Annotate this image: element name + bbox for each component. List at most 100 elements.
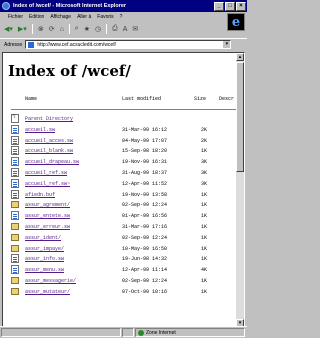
file-icon[interactable] [11, 167, 19, 177]
title-bar: Index of /wcef/ - Microsoft Internet Exp… [0, 0, 247, 12]
mail-icon[interactable]: ✉ [132, 25, 138, 33]
column-description[interactable]: Descr [219, 96, 234, 102]
list-item: accueil_blank.sw 15-Sep-98 18:20 1K [11, 145, 238, 156]
modified-date: 19-Nov-99 13:58 [122, 191, 168, 198]
file-size: 1K [201, 202, 208, 209]
listing-rows: Parent Directory accueil.sw 31-Mar-99 16:1… [11, 113, 238, 297]
menu-help[interactable]: ? [120, 14, 123, 20]
menu-favorites[interactable]: Favoris [97, 14, 113, 20]
list-item: assur_agrement/02-Sep-99 12:24 1K [11, 199, 238, 210]
back-icon[interactable] [11, 113, 19, 123]
folder-icon[interactable] [11, 287, 19, 295]
file-link[interactable]: accueil_drapeau.sw [25, 159, 79, 165]
vertical-scrollbar[interactable]: ▴ ▾ [236, 53, 244, 326]
column-name[interactable]: Name [25, 96, 37, 102]
file-size: 1K [201, 245, 208, 252]
forward-arrow-icon[interactable]: ▶▾ [18, 25, 27, 33]
history-icon[interactable]: ◷ [95, 25, 101, 33]
modified-date: 07-Oct-99 10:16 [122, 288, 168, 295]
file-link[interactable]: afiedn.buf [25, 192, 55, 198]
list-item: accueil_ref.sw 31-Aug-99 18:37 3K [11, 167, 238, 178]
file-link[interactable]: assur_ident/ [25, 235, 61, 241]
home-icon[interactable]: ⌂ [60, 26, 64, 33]
file-link[interactable]: assur_entete.sw [25, 213, 70, 219]
list-item: assur_erreur.sw 31-Mar-99 17:16 1K [11, 221, 238, 232]
file-size: 4K [201, 267, 208, 274]
modified-date: 02-Sep-99 12:24 [122, 277, 168, 284]
status-text [1, 328, 121, 337]
folder-icon[interactable] [11, 222, 19, 230]
chevron-down-icon[interactable]: ▾ [223, 41, 231, 48]
modified-date: 15-Sep-98 18:20 [122, 148, 168, 155]
file-icon[interactable] [11, 178, 19, 188]
list-item: accueil_acces.sw 04-May-99 17:07 2K [11, 135, 238, 146]
column-size[interactable]: Size [194, 96, 206, 102]
toolbar-separator [106, 24, 108, 34]
folder-icon[interactable] [11, 233, 19, 241]
file-size: 2K [201, 137, 208, 144]
print-icon[interactable]: ⎙ [112, 25, 118, 33]
file-icon[interactable] [11, 254, 19, 264]
minimize-button[interactable]: _ [214, 1, 224, 11]
file-link[interactable]: assur_erreur.sw [25, 224, 70, 230]
file-link[interactable]: assur_impaye/ [25, 246, 64, 252]
globe-icon [138, 329, 144, 336]
modified-date: 31-Mar-99 17:16 [122, 223, 168, 230]
file-size: 1K [201, 288, 208, 295]
file-link[interactable]: accueil_blank.sw [25, 148, 73, 154]
scroll-up-icon[interactable]: ▴ [236, 53, 244, 61]
file-link[interactable]: assur_mutateur/ [25, 289, 70, 295]
file-icon[interactable] [11, 135, 19, 145]
font-icon[interactable]: A [123, 26, 128, 33]
page-icon [28, 41, 35, 48]
modified-date: 12-Apr-99 11:52 [122, 180, 168, 187]
page-content: Index of /wcef/ Name Last modified Size … [3, 53, 238, 326]
file-link[interactable]: accueil.sw [25, 127, 55, 133]
address-bar: Adresse http://www.cef.acsucledit.com/wc… [0, 38, 247, 50]
search-icon[interactable]: ⌕ [75, 25, 79, 33]
file-link[interactable]: accueil_ref.sw [25, 170, 67, 176]
maximize-button[interactable]: □ [225, 1, 235, 11]
list-item: accueil_drapeau.sw 19-Nov-99 16:31 3K [11, 156, 238, 167]
ie-throbber-logo: e [227, 13, 245, 31]
file-link[interactable]: assur_menu.sw [25, 267, 64, 273]
menu-view[interactable]: Affichage [50, 14, 71, 20]
status-bar: Zone Internet [0, 326, 247, 338]
folder-icon[interactable] [11, 244, 19, 252]
parent-directory-link[interactable]: Parent Directory [25, 116, 73, 122]
refresh-icon[interactable]: ⟳ [49, 25, 55, 33]
scroll-thumb[interactable] [236, 62, 244, 172]
list-item: assur_info.sw 19-Jun-98 14:32 1K [11, 253, 238, 264]
file-size: 1K [201, 191, 208, 198]
file-link[interactable]: accueil_ref.sw~ [25, 181, 70, 187]
file-icon[interactable] [11, 265, 19, 275]
modified-date: 31-Mar-99 16:12 [122, 126, 168, 133]
stop-icon[interactable]: ⊗ [38, 25, 44, 33]
back-arrow-icon[interactable]: ◀▾ [4, 25, 13, 33]
file-link[interactable]: assur_agrement/ [25, 202, 70, 208]
file-link[interactable]: assur_messagerie/ [25, 278, 76, 284]
column-last-modified[interactable]: Last modified [122, 96, 161, 102]
file-link[interactable]: accueil_acces.sw [25, 138, 73, 144]
menu-edit[interactable]: Edition [29, 14, 44, 20]
modified-date: 02-Sep-99 12:24 [122, 202, 168, 209]
close-button[interactable]: × [236, 1, 246, 11]
list-item: afiedn.buf 19-Nov-99 13:58 1K [11, 189, 238, 200]
address-input[interactable]: http://www.cef.acsucledit.com/wcef/ ▾ [25, 40, 232, 49]
menu-file[interactable]: Fichier [8, 14, 23, 20]
folder-icon[interactable] [11, 276, 19, 284]
file-icon[interactable] [11, 211, 19, 221]
file-icon[interactable] [11, 124, 19, 134]
folder-icon[interactable] [11, 201, 19, 209]
file-size: 1K [201, 256, 208, 263]
file-icon[interactable] [11, 189, 19, 199]
file-link[interactable]: assur_info.sw [25, 256, 64, 262]
scroll-down-icon[interactable]: ▾ [236, 319, 244, 326]
file-icon[interactable] [11, 146, 19, 156]
favorites-icon[interactable]: ★ [84, 25, 90, 33]
list-item: accueil_ref.sw~ 12-Apr-99 11:52 3K [11, 178, 238, 189]
header-divider [11, 109, 238, 110]
file-icon[interactable] [11, 157, 19, 167]
menu-go[interactable]: Aller à [77, 14, 91, 20]
modified-date: 01-Apr-99 16:56 [122, 213, 168, 220]
